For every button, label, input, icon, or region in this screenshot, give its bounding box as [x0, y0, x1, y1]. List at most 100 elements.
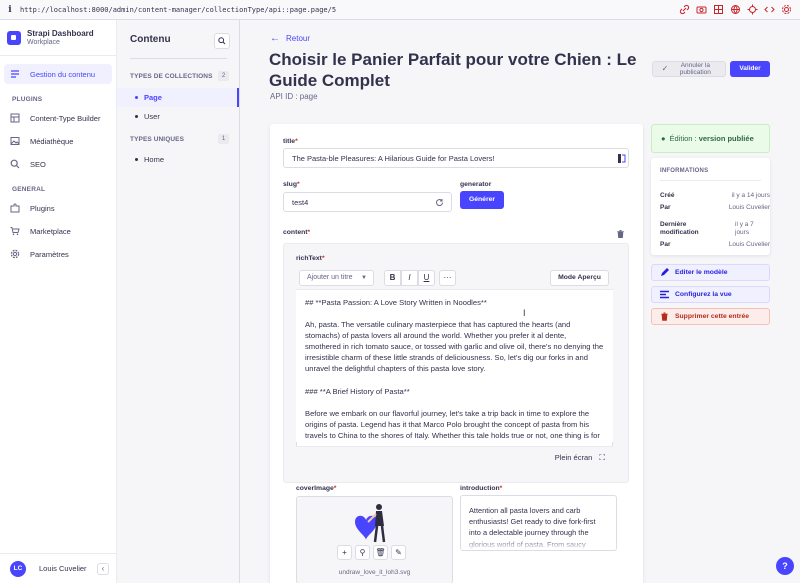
info-icon[interactable]: i [0, 5, 20, 15]
subnav-item-label: Home [144, 155, 165, 164]
add-icon[interactable]: + [337, 545, 352, 560]
info-key: Par [660, 204, 671, 211]
camera-icon[interactable] [696, 4, 707, 15]
back-label: Retour [286, 34, 311, 43]
target-icon[interactable] [747, 4, 758, 15]
edit-model-button[interactable]: Editer le modèle [651, 264, 770, 281]
subnav-item-user[interactable]: User [117, 107, 239, 126]
configure-view-button[interactable]: Configurez la vue [651, 286, 770, 303]
introduction-label-text: introduction [460, 485, 500, 492]
underline-button[interactable]: U [418, 270, 435, 286]
delete-entry-button[interactable]: Supprimer cette entrée [651, 308, 770, 325]
editor-line: Ah, pasta. The versatile culinary master… [305, 320, 604, 374]
nav-item-content-type-builder[interactable]: Content-Type Builder [4, 108, 112, 128]
bullet [135, 115, 138, 118]
nav-section-plugins: PLUGINS [12, 96, 43, 103]
slug-label-text: slug [283, 181, 297, 188]
trash-icon [661, 312, 668, 321]
markdown-editor[interactable]: ## **Pasta Passion: A Love Story Written… [296, 290, 613, 442]
slug-value: test4 [292, 197, 309, 207]
chevron-left-icon: ‹ [101, 564, 105, 573]
subnav-item-home[interactable]: Home [117, 150, 239, 169]
unpublish-button[interactable]: ✓ Annuler la publication [652, 61, 726, 77]
user-menu[interactable]: LC Louis Cuvelier ‹ [0, 553, 116, 583]
italic-button[interactable]: I [401, 270, 418, 286]
info-value: il y a 7 jours [735, 221, 754, 236]
generate-button[interactable]: Générer [460, 191, 504, 209]
editor-line: Before we embark on our flavorful journe… [305, 408, 600, 440]
required-asterisk: * [295, 138, 298, 145]
brand[interactable]: Strapi Dashboard Workplace [0, 20, 116, 56]
fullscreen-button[interactable]: Plein écran ⛶ [296, 446, 613, 468]
single-types-count: 1 [218, 134, 229, 144]
puzzle-icon [10, 203, 20, 213]
title-value: The Pasta-ble Pleasures: A Hilarious Gui… [292, 153, 495, 163]
back-link[interactable]: ← Retour [270, 33, 310, 44]
introduction-label: introduction* [460, 485, 502, 492]
subnav-title: Contenu [130, 34, 171, 45]
nav-item-label: Médiathèque [30, 136, 74, 146]
main-navigation: Strapi Dashboard Workplace Gestion du co… [0, 20, 117, 583]
validate-button[interactable]: Valider [730, 61, 770, 77]
slug-input[interactable]: test4 [283, 192, 452, 212]
configure-view-label: Configurez la vue [675, 291, 732, 298]
title-label: title* [283, 138, 298, 145]
nav-item-seo[interactable]: SEO [4, 154, 112, 174]
nav-item-settings[interactable]: Paramètres [4, 244, 112, 264]
title-label-text: title [283, 138, 296, 145]
info-key: Dernière modification [660, 221, 699, 236]
trash-icon[interactable]: 🗑 [373, 545, 388, 560]
editor-line: ## **Pasta Passion: A Love Story Written… [305, 298, 487, 307]
code-icon[interactable] [764, 4, 775, 15]
unpublish-label: Annuler la publication [679, 61, 711, 77]
check-icon: ✓ [661, 64, 669, 74]
coverimage-filename: undraw_love_it_loh3.svg [338, 569, 411, 576]
introduction-textarea[interactable]: Attention all pasta lovers and carb enth… [460, 495, 617, 551]
more-button[interactable]: ··· [439, 270, 456, 286]
richtext-label-text: richText [296, 255, 322, 262]
translate-icon[interactable] [618, 154, 626, 163]
title-input[interactable]: The Pasta-ble Pleasures: A Hilarious Gui… [283, 148, 629, 168]
link-icon[interactable] [679, 4, 690, 15]
grid-icon[interactable] [713, 4, 724, 15]
globe-icon[interactable] [730, 4, 741, 15]
expand-icon: ⛶ [599, 453, 605, 462]
trash-icon[interactable] [617, 230, 624, 238]
strapi-logo-icon [7, 30, 21, 45]
info-value: il y a 14 jours [731, 192, 770, 199]
heading-select[interactable]: Ajouter un titre ▼ [299, 270, 374, 286]
url-text[interactable]: http://localhost:8000/admin/content-mana… [20, 6, 679, 14]
heading-select-value: Ajouter un titre [307, 274, 353, 281]
nav-item-marketplace[interactable]: Marketplace [4, 221, 112, 241]
browser-address-bar: i http://localhost:8000/admin/content-ma… [0, 0, 800, 20]
refresh-icon[interactable] [435, 198, 444, 207]
info-key: Créé [660, 192, 675, 199]
subnav-item-page[interactable]: Page [117, 88, 239, 107]
bold-button[interactable]: B [384, 270, 401, 286]
nav-item-media-library[interactable]: Médiathèque [4, 131, 112, 151]
preview-mode-button[interactable]: Mode Aperçu [550, 270, 609, 286]
collection-types-heading: TYPES DE COLLECTIONS [130, 73, 213, 80]
gear-icon [10, 249, 20, 259]
brand-subtitle: Workplace [27, 39, 60, 46]
status-value: version publiée [698, 134, 754, 143]
page-title: Choisir le Panier Parfait pour votre Chi… [269, 50, 637, 90]
link-icon[interactable]: ⚲ [355, 545, 370, 560]
help-button[interactable]: ? [776, 557, 794, 575]
edit-icon[interactable]: ✎ [391, 545, 406, 560]
single-types-heading: TYPES UNIQUES [130, 136, 185, 143]
collapse-nav-button[interactable]: ‹ [97, 563, 109, 575]
coverimage-label-text: coverImage [296, 485, 334, 492]
subnav-item-label: Page [144, 93, 162, 102]
nav-item-plugins[interactable]: Plugins [4, 198, 112, 218]
nav-item-label: Content-Type Builder [30, 113, 101, 123]
required-asterisk: * [321, 255, 325, 262]
dot-icon: ● [661, 134, 666, 143]
coverimage-label: coverImage* [296, 485, 336, 492]
coverimage-preview[interactable]: + ⚲ 🗑 ✎ undraw_love_it_loh3.svg [296, 496, 453, 583]
nav-item-label: SEO [30, 159, 46, 169]
settings-icon[interactable] [781, 4, 792, 15]
subnav-search-button[interactable] [214, 33, 230, 49]
info-value: Louis Cuvelier [728, 204, 770, 211]
nav-item-content-manager[interactable]: Gestion du contenu [4, 64, 112, 84]
